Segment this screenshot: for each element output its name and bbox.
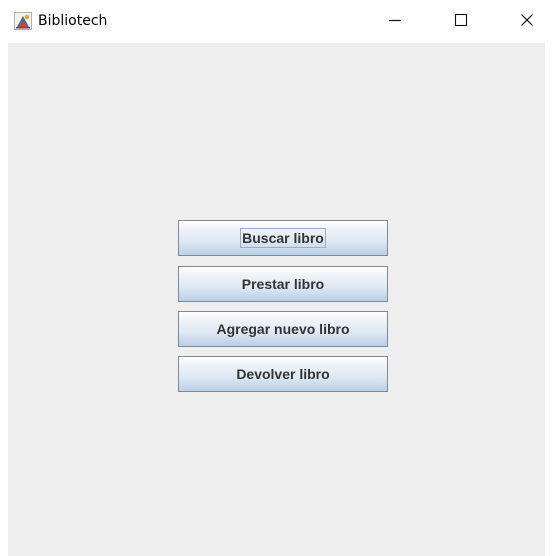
add-book-button[interactable]: Agregar nuevo libro (178, 311, 388, 347)
search-book-label: Buscar libro (240, 228, 326, 248)
lend-book-button[interactable]: Prestar libro (178, 266, 388, 302)
search-book-button[interactable]: Buscar libro (178, 220, 388, 256)
app-window: Bibliotech Buscar libro Prestar libro Ag… (0, 0, 553, 556)
return-book-button[interactable]: Devolver libro (178, 356, 388, 392)
title-bar[interactable]: Bibliotech (0, 0, 553, 43)
window-title: Bibliotech (38, 13, 108, 29)
java-cup-icon[interactable] (14, 12, 32, 30)
minimize-button[interactable] (372, 0, 418, 40)
minimize-icon (388, 13, 402, 27)
maximize-icon (454, 13, 468, 27)
add-book-label: Agregar nuevo libro (216, 321, 350, 337)
lend-book-label: Prestar libro (241, 276, 325, 292)
main-panel: Buscar libro Prestar libro Agregar nuevo… (8, 43, 545, 556)
close-icon (520, 13, 534, 27)
return-book-label: Devolver libro (236, 366, 330, 382)
maximize-button[interactable] (438, 0, 484, 40)
close-button[interactable] (504, 0, 550, 40)
